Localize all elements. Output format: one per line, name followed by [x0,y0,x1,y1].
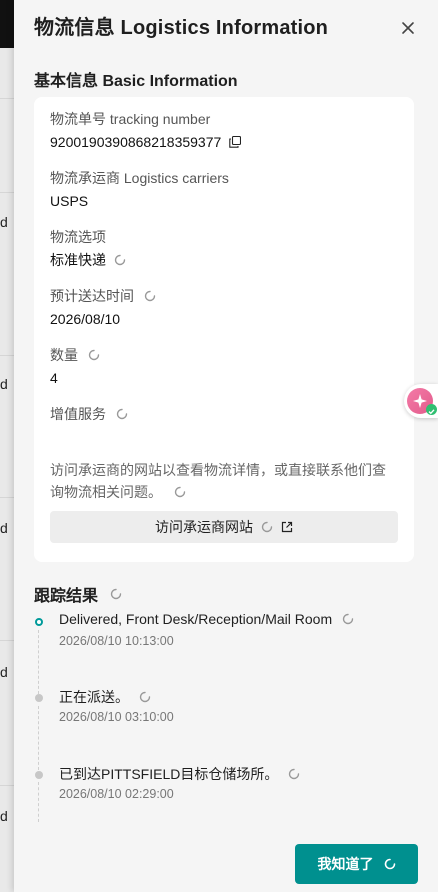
background-row-text: d [0,808,8,824]
value-added-service-field: 增值服务 [50,405,398,423]
loading-spinner-icon [289,768,300,780]
loading-spinner-icon [88,349,100,361]
carrier-value: USPS [50,193,89,209]
basic-info-card: 物流单号 tracking number 9200190390868218359… [34,97,414,562]
background-divider [0,785,14,786]
close-button[interactable] [396,16,420,40]
loading-spinner-icon [110,588,122,600]
loading-spinner-icon [174,486,186,498]
background-divider [0,98,14,99]
tracking-result-title: 跟踪结果 [34,582,122,606]
tracking-number-field: 物流单号 tracking number 9200190390868218359… [50,110,398,152]
loading-spinner-icon [116,408,128,420]
background-row-text: d [0,664,8,680]
eta-label: 预计送达时间 [50,288,134,304]
got-it-label: 我知道了 [317,856,374,872]
basic-info-title: 基本信息 Basic Information [34,73,238,90]
shipping-option-field: 物流选项 标准快递 [50,228,398,270]
shipping-option-value: 标准快递 [50,252,106,268]
copy-icon[interactable] [229,136,242,148]
loading-spinner-icon [139,691,151,703]
loading-spinner-icon [144,290,156,302]
loading-spinner-icon [384,858,395,870]
background-row-text: d [0,214,8,230]
close-icon [402,22,414,34]
timeline-event-time: 2026/08/10 10:13:00 [59,634,174,648]
loading-spinner-icon [114,254,126,266]
timeline-connector [38,630,39,694]
drawer-header: 物流信息 Logistics Information [34,14,418,42]
background-divider [0,355,14,356]
timeline-dot [35,694,43,702]
background-page: d d d d d [0,0,14,892]
background-divider [0,192,14,193]
value-added-service-label: 增值服务 [50,406,106,422]
logistics-drawer: 物流信息 Logistics Information 基本信息 Basic In… [14,0,438,892]
background-divider [0,497,14,498]
assistant-float-button[interactable] [404,384,438,418]
tracking-number-value: 9200190390868218359377 [50,134,222,150]
check-badge-icon [426,404,437,415]
visit-carrier-website-button[interactable]: 访问承运商网站 [50,511,398,543]
visit-carrier-website-label: 访问承运商网站 [155,519,253,535]
background-topbar [0,0,14,48]
background-row-text: d [0,376,8,392]
quantity-field: 数量 4 [50,346,398,388]
timeline-event-title: 正在派送。 [59,689,129,705]
got-it-button[interactable]: 我知道了 [295,844,418,884]
carrier-note-text: 访问承运商的网站以查看物流详情，或直接联系他们查询物流相关问题。 [50,462,386,500]
background-divider [0,640,14,641]
timeline-connector [38,782,39,822]
loading-spinner-icon [261,521,273,533]
background-row-text: d [0,520,8,536]
drawer-title: 物流信息 Logistics Information [34,17,329,39]
eta-value: 2026/08/10 [50,311,121,327]
timeline-event-title: 已到达PITTSFIELD目标仓储场所。 [59,766,279,782]
timeline-event-time: 2026/08/10 03:10:00 [59,710,174,724]
eta-field: 预计送达时间 2026/08/10 [50,287,398,329]
tracking-number-label: 物流单号 tracking number [50,111,211,127]
shipping-option-label: 物流选项 [50,229,106,245]
tracking-result-title-text: 跟踪结果 [34,588,99,605]
timeline-event-title: Delivered, Front Desk/Reception/Mail Roo… [59,611,333,627]
carrier-field: 物流承运商 Logistics carriers USPS [50,169,398,211]
timeline-connector [38,706,39,770]
quantity-label: 数量 [50,347,78,363]
carrier-note: 访问承运商的网站以查看物流详情，或直接联系他们查询物流相关问题。 [50,459,398,503]
timeline-dot [35,771,43,779]
timeline-event-time: 2026/08/10 02:29:00 [59,787,174,801]
loading-spinner-icon [342,613,354,625]
external-link-icon [281,521,293,533]
quantity-value: 4 [50,370,58,386]
carrier-label: 物流承运商 Logistics carriers [50,170,229,186]
timeline-active-dot [35,618,43,626]
